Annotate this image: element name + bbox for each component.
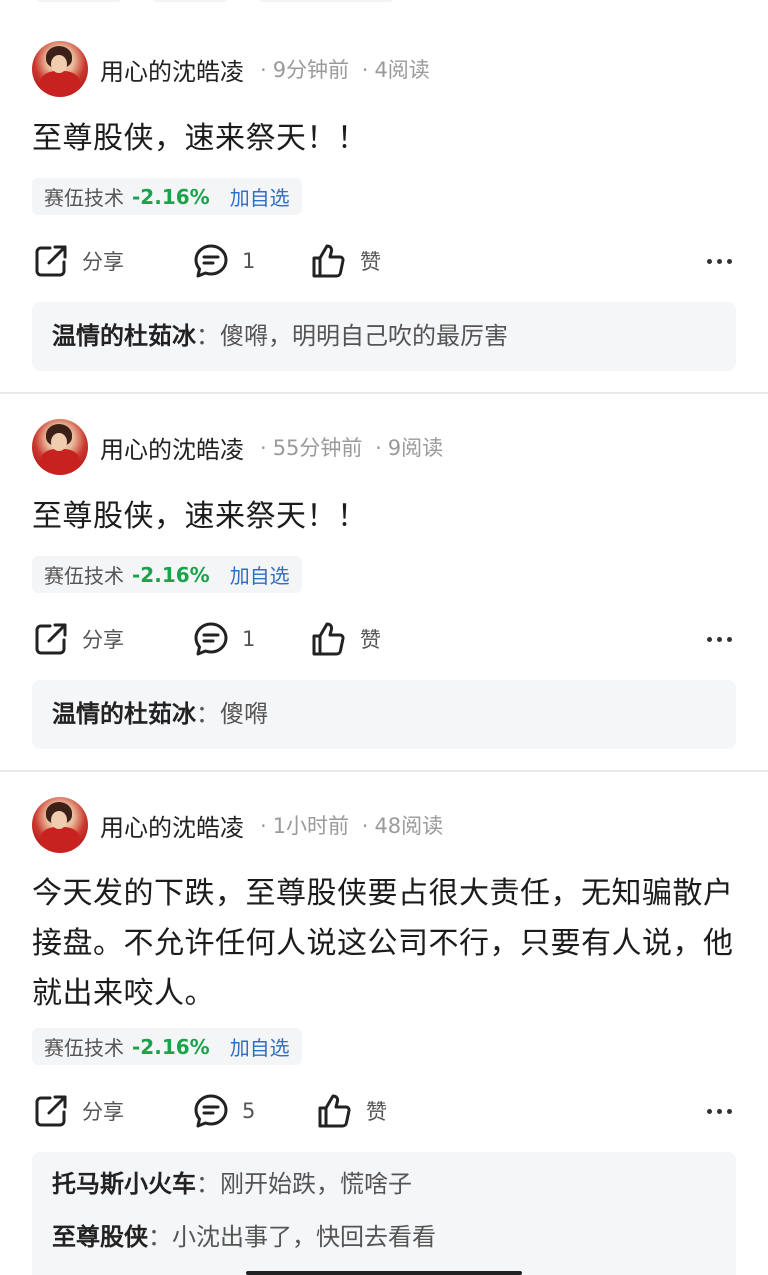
stock-tag[interactable]: 赛伍技术 -2.16% 加自选 [32,178,302,215]
like-icon [318,1094,351,1128]
stock-change: -2.16% [132,562,210,587]
post-card[interactable]: 用心的沈皓凌 · 1小时前 · 48阅读 今天发的下跌，至尊股侠要占很大责任，无知骗… [0,756,768,1275]
share-button[interactable]: 分享 [32,1089,124,1133]
like-label: 赞 [366,1100,387,1124]
post-text[interactable]: 至尊股侠，速来祭天！！ [32,114,736,164]
read-count: 4阅读 [374,58,430,82]
read-count: 9阅读 [387,436,444,460]
home-indicator[interactable] [246,1271,522,1275]
post-meta: · 1小时前 · 48阅读 [254,810,443,840]
like-label: 赞 [360,628,381,652]
comment-count: 5 [242,1099,256,1123]
comment-item[interactable]: 托马斯小火车：刚开始跌，慌啥子 [32,1152,736,1201]
comment-preview[interactable]: 温情的杜茹冰：傻嘚 [32,680,736,749]
share-label: 分享 [82,250,124,274]
post-card[interactable]: 用心的沈皓凌 · 55分钟前 · 9阅读 至尊股侠，速来祭天！！ 赛伍技术 -2.1… [0,378,768,770]
read-count: 48阅读 [374,814,444,838]
avatar[interactable] [32,41,88,97]
add-watchlist-button[interactable]: 加自选 [230,560,290,589]
comment-icon [194,1094,228,1128]
add-watchlist-button[interactable]: 加自选 [230,182,290,211]
post-time: 1小时前 [272,814,350,838]
post-meta: · 9分钟前 · 4阅读 [254,54,430,84]
share-icon [35,623,67,655]
stock-tag[interactable]: 赛伍技术 -2.16% 加自选 [32,1028,302,1065]
stock-change: -2.16% [132,1034,210,1059]
post-header: 用心的沈皓凌 · 9分钟前 · 4阅读 [32,40,430,98]
avatar[interactable] [32,797,88,853]
comment-sep: ： [148,1223,172,1251]
comment-item[interactable]: 温情的杜茹冰：傻嘚，明明自己吹的最厉害 [32,302,736,353]
like-button[interactable]: 赞 [310,617,381,661]
meta-dot: · [375,436,382,460]
share-icon [35,245,67,277]
stock-change: -2.16% [132,184,210,209]
comment-button[interactable]: 1 [192,617,255,661]
comment-preview[interactable]: 温情的杜茹冰：傻嘚，明明自己吹的最厉害 [32,302,736,371]
comment-user[interactable]: 温情的杜茹冰 [52,700,196,728]
more-icon[interactable] [702,1099,732,1123]
meta-dot: · [260,436,267,460]
comment-text: 小沈出事了，快回去看看 [172,1223,436,1251]
like-button[interactable]: 赞 [316,1089,387,1133]
comment-user[interactable]: 托马斯小火车 [52,1170,196,1198]
stock-name[interactable]: 赛伍技术 [44,1032,124,1061]
stock-name[interactable]: 赛伍技术 [44,182,124,211]
action-bar: 分享 1 赞 [32,617,736,661]
comment-item[interactable]: 温情的杜茹冰：傻嘚 [32,680,736,731]
meta-dot: · [361,814,369,838]
comment-icon [194,622,228,656]
post-time: 55分钟前 [272,436,363,460]
comment-text: 刚开始跌，慌啥子 [220,1170,412,1198]
stock-tag[interactable]: 赛伍技术 -2.16% 加自选 [32,556,302,593]
share-label: 分享 [82,628,124,652]
share-button[interactable]: 分享 [32,617,124,661]
like-icon [312,622,345,656]
comment-user[interactable]: 温情的杜茹冰 [52,322,196,350]
post-header: 用心的沈皓凌 · 55分钟前 · 9阅读 [32,418,443,476]
author-name[interactable]: 用心的沈皓凌 [100,808,244,843]
post-time: 9分钟前 [272,58,350,82]
author-name[interactable]: 用心的沈皓凌 [100,430,244,465]
comment-sep: ： [196,322,220,350]
share-button[interactable]: 分享 [32,239,124,283]
add-watchlist-button[interactable]: 加自选 [230,1032,290,1061]
comment-text: 傻嘚 [220,700,268,728]
comment-count: 1 [242,249,256,273]
like-button[interactable]: 赞 [310,239,381,283]
like-label: 赞 [360,250,381,274]
stock-name[interactable]: 赛伍技术 [44,560,124,589]
more-icon[interactable] [702,627,732,651]
comment-text: 傻嘚，明明自己吹的最厉害 [220,322,508,350]
comment-sep: ： [196,700,220,728]
comment-item[interactable]: 至尊股侠：小沈出事了，快回去看看 [32,1201,736,1254]
post-header: 用心的沈皓凌 · 1小时前 · 48阅读 [32,796,443,854]
action-bar: 分享 5 赞 [32,1089,736,1133]
post-text[interactable]: 至尊股侠，速来祭天！！ [32,492,736,542]
author-name[interactable]: 用心的沈皓凌 [100,52,244,87]
avatar[interactable] [32,419,88,475]
more-icon[interactable] [702,249,732,273]
share-icon [35,1095,67,1127]
meta-dot: · [260,58,267,82]
post-meta: · 55分钟前 · 9阅读 [254,432,443,462]
action-bar: 分享 1 赞 [32,239,736,283]
comment-sep: ： [196,1170,220,1198]
comment-user[interactable]: 至尊股侠 [52,1223,148,1251]
comment-count: 1 [242,627,256,651]
comment-icon [194,244,228,278]
post-card[interactable]: 用心的沈皓凌 · 9分钟前 · 4阅读 至尊股侠，速来祭天！！ 赛伍技术 -2.16… [0,0,768,392]
comment-preview[interactable]: 托马斯小火车：刚开始跌，慌啥子 至尊股侠：小沈出事了，快回去看看 [32,1152,736,1275]
post-text[interactable]: 今天发的下跌，至尊股侠要占很大责任，无知骗散户接盘。不允许任何人说这公司不行，只… [32,869,736,1019]
meta-dot: · [260,814,267,838]
meta-dot: · [361,58,369,82]
share-label: 分享 [82,1100,124,1124]
comment-button[interactable]: 5 [192,1089,255,1133]
comment-button[interactable]: 1 [192,239,255,283]
like-icon [312,244,345,278]
